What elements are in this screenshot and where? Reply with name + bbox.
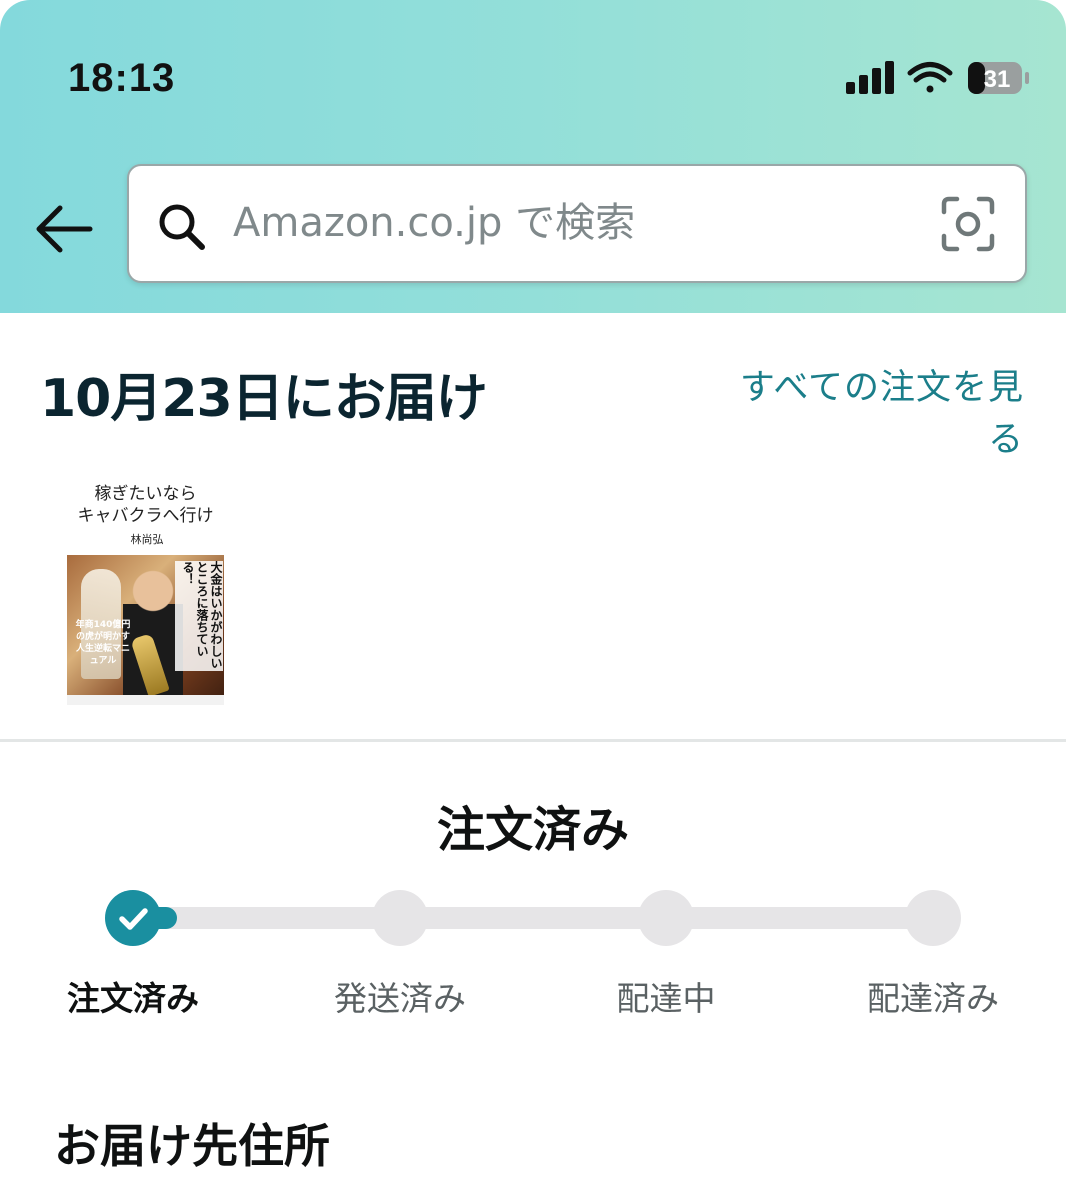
order-status-title: 注文済み [436, 802, 629, 858]
search-input[interactable] [233, 188, 923, 258]
status-time: 18:13 [68, 56, 176, 100]
step-label-delivered: 配達済み [867, 979, 999, 1018]
search-bar[interactable] [127, 164, 1027, 283]
delivery-date-title: 10月23日にお届け [40, 369, 488, 429]
step-label-out-for-delivery: 配達中 [616, 979, 716, 1018]
step-shipped-dot [372, 890, 428, 946]
cover-tagline: 大金はいかがわしいところに落ちている！ [175, 561, 223, 671]
all-orders-link[interactable]: すべての注文を見る [724, 362, 1024, 466]
book-author: 林尚弘 [130, 533, 164, 546]
step-delivered-dot [905, 890, 961, 946]
step-label-ordered: 注文済み [67, 979, 199, 1018]
cover-footer-strip [67, 695, 224, 705]
search-icon[interactable] [155, 200, 209, 254]
product-image[interactable]: 稼ぎたいなら キャバクラへ行け 林尚弘 大金はいかがわしいところに落ちている！ … [67, 475, 224, 705]
step-out-for-delivery-dot [638, 890, 694, 946]
cover-caption: 年商140億円の虎が明かす人生逆転マニュアル [75, 620, 131, 666]
back-button[interactable] [30, 198, 96, 260]
step-ordered-dot [105, 890, 161, 946]
checkmark-icon [119, 908, 148, 930]
wifi-icon [907, 62, 953, 93]
book-title: 稼ぎたいなら キャバクラへ行け [77, 484, 214, 526]
progress-track [133, 907, 933, 929]
app-header: 18:13 31 [0, 0, 1066, 313]
shipping-address-title: お届け先住所 [54, 1119, 330, 1173]
camera-icon[interactable] [941, 196, 995, 252]
status-icons: 31 [846, 58, 1036, 98]
step-label-shipped: 発送済み [334, 979, 466, 1018]
battery-icon: 31 [968, 62, 1029, 94]
back-arrow-icon [36, 205, 93, 253]
battery-level: 31 [984, 66, 1011, 93]
book-cover-art: 大金はいかがわしいところに落ちている！ 年商140億円の虎が明かす人生逆転マニュ… [67, 555, 224, 705]
section-divider [0, 739, 1066, 742]
signal-icon [846, 61, 894, 94]
